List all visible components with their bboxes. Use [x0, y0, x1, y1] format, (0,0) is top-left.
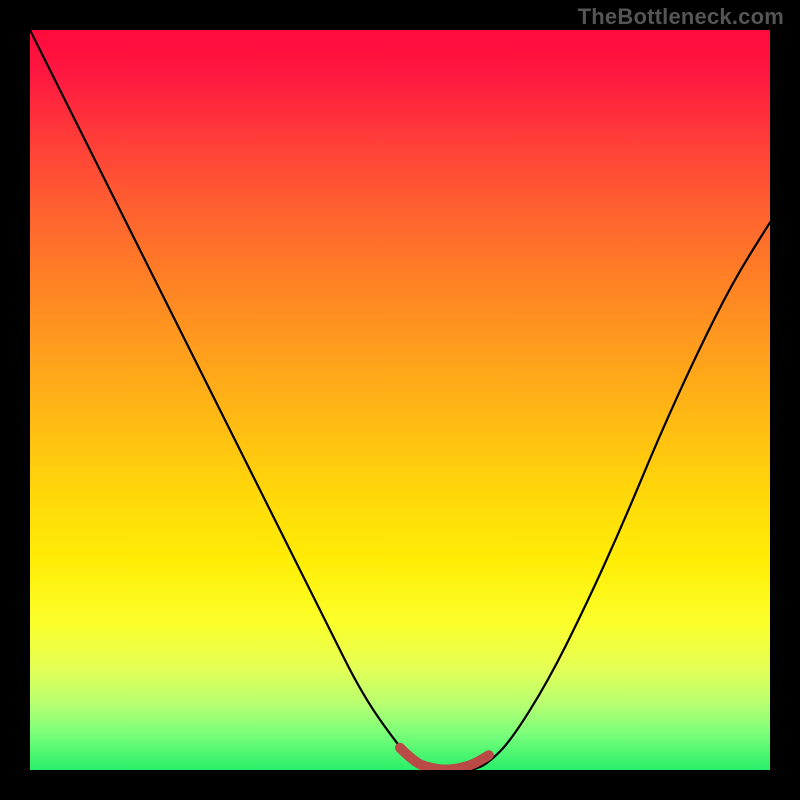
chart-frame: TheBottleneck.com [0, 0, 800, 800]
watermark-text: TheBottleneck.com [578, 4, 784, 30]
curve-layer [30, 30, 770, 770]
plot-area [30, 30, 770, 770]
flat-valley-highlight-path [400, 748, 489, 770]
bottleneck-curve-path [30, 30, 770, 770]
